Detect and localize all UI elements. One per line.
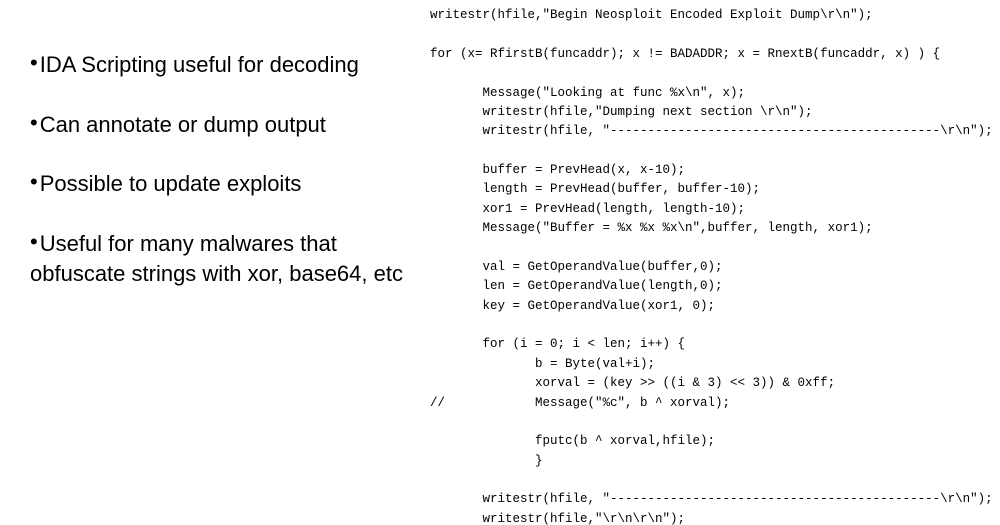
bullet-text: Useful for many malwares that obfuscate … (30, 231, 403, 286)
bullet-text: IDA Scripting useful for decoding (40, 52, 359, 77)
bullet-item: •Can annotate or dump output (30, 108, 418, 140)
bullet-dot-icon: • (30, 108, 38, 138)
bullet-item: •Possible to update exploits (30, 167, 418, 199)
bullet-item: •IDA Scripting useful for decoding (30, 48, 418, 80)
bullet-dot-icon: • (30, 167, 38, 197)
slide: •IDA Scripting useful for decoding •Can … (0, 0, 1000, 525)
bullet-dot-icon: • (30, 48, 38, 78)
bullet-text: Possible to update exploits (40, 171, 302, 196)
bullet-item: •Useful for many malwares that obfuscate… (30, 227, 418, 288)
code-block: writestr(hfile,"Begin Neosploit Encoded … (430, 0, 1000, 525)
bullet-dot-icon: • (30, 227, 38, 257)
code-text: writestr(hfile,"Begin Neosploit Encoded … (430, 6, 990, 525)
bullet-list: •IDA Scripting useful for decoding •Can … (0, 0, 430, 525)
bullet-text: Can annotate or dump output (40, 112, 326, 137)
